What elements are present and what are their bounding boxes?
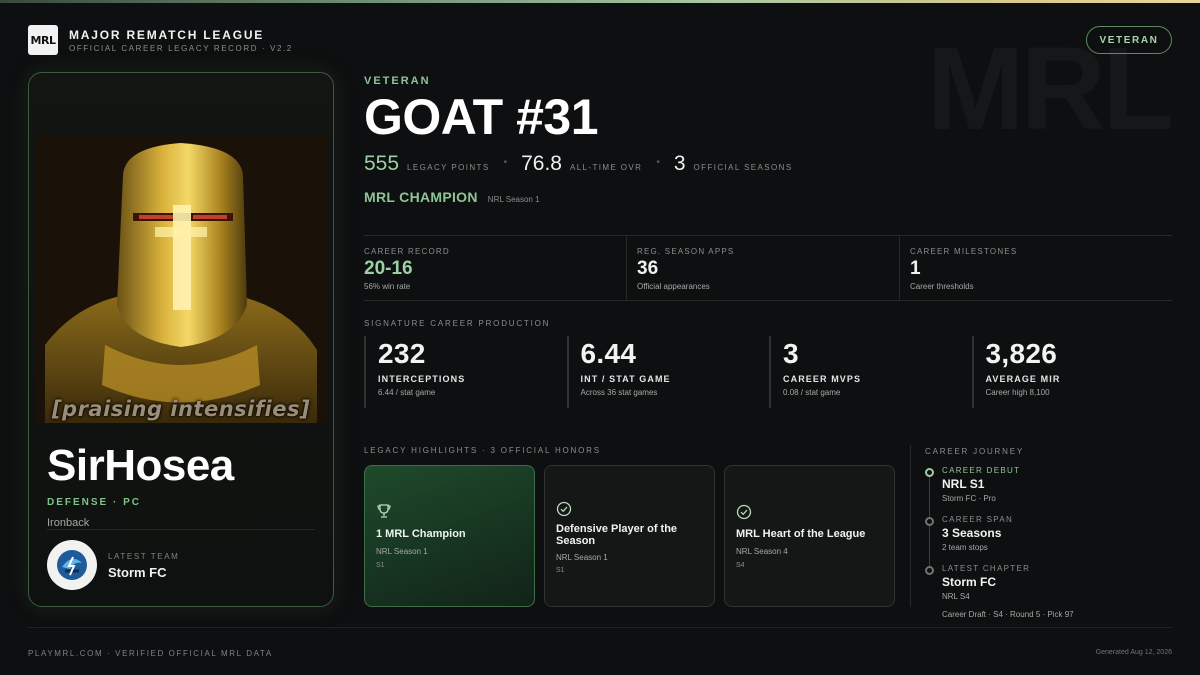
journey-sub: Storm FC · Pro: [942, 494, 996, 503]
team-name: Storm FC: [108, 565, 167, 580]
journey-sub: 2 team stops: [942, 543, 988, 552]
honor-season: NRL Season 1: [376, 547, 428, 556]
seasons-value: 3: [673, 152, 686, 175]
player-position: DEFENSE · PC: [47, 497, 142, 508]
production-stat: 3,826 AVERAGE MIR Career high 8,100: [971, 336, 1175, 408]
knight-helmet-image: [35, 135, 327, 423]
timeline-node-icon: [925, 566, 934, 575]
career-draft-info: Career Draft · S4 · Round 5 · Pick 97: [942, 610, 1074, 619]
tier-badge: VETERAN: [1086, 26, 1172, 54]
tier-eyebrow: VETERAN: [364, 75, 431, 87]
honor-card: MRL Heart of the League NRL Season 4 S4: [724, 465, 895, 607]
timeline-node-icon: [925, 468, 934, 477]
honors-list: 1 MRL Champion NRL Season 1 S1 Defensive…: [364, 465, 896, 607]
journey-sub: NRL S4: [942, 592, 970, 601]
separator-dot: •: [656, 157, 660, 168]
record-label: REG. SEASON APPS: [637, 247, 735, 256]
production-label: CAREER MVPS: [783, 374, 862, 384]
league-subtitle: OFFICIAL CAREER LEGACY RECORD · V2.2: [69, 44, 293, 53]
production-row: 232 INTERCEPTIONS 6.44 / stat game 6.44 …: [364, 336, 1174, 408]
production-sub: 0.08 / stat game: [783, 388, 841, 397]
milestones-cell: CAREER MILESTONES 1 Career thresholds: [899, 236, 1172, 300]
production-sub: 6.44 / stat game: [378, 388, 436, 397]
production-value: 6.44: [580, 338, 637, 369]
timeline-node-icon: [925, 517, 934, 526]
record-sub: 56% win rate: [364, 282, 411, 291]
production-stat: 6.44 INT / STAT GAME Across 36 stat game…: [566, 336, 770, 408]
trophy-icon: [377, 504, 391, 518]
production-label: INTERCEPTIONS: [378, 374, 466, 384]
season-apps-cell: REG. SEASON APPS 36 Official appearances: [626, 236, 899, 300]
ovr-value: 76.8: [521, 152, 562, 175]
journey-caption: CAREER DEBUT: [942, 466, 1021, 475]
league-logo: MRL: [28, 25, 58, 55]
player-name: SirHosea: [47, 441, 234, 490]
honor-season: NRL Season 4: [736, 547, 788, 556]
record-label: CAREER RECORD: [364, 247, 450, 256]
check-circle-icon: [556, 501, 572, 517]
journey-title: Storm FC: [942, 575, 996, 589]
legacy-points-value: 555: [364, 152, 400, 175]
footer-source: PLAYMRL.COM · VERIFIED OFFICIAL MRL DATA: [28, 649, 273, 658]
career-record-cell: CAREER RECORD 20-16 56% win rate: [364, 236, 626, 300]
production-sub: Across 36 stat games: [580, 388, 658, 397]
production-value: 3: [783, 338, 799, 369]
check-circle-icon: [736, 504, 752, 520]
production-stat: 3 CAREER MVPS 0.08 / stat game: [769, 336, 972, 408]
headline-stats: 555 LEGACY POINTS • 76.8 ALL-TIME OVR • …: [364, 152, 793, 180]
journey-title: 3 Seasons: [942, 526, 1002, 540]
honor-card: Defensive Player of the Season NRL Seaso…: [544, 465, 715, 607]
separator-dot: •: [503, 157, 508, 168]
footer-generated-date: Generated Aug 12, 2026: [1095, 649, 1172, 656]
honor-title: MRL Heart of the League: [736, 528, 866, 540]
ovr-label: ALL-TIME OVR: [569, 163, 643, 172]
production-value: 232: [378, 338, 426, 369]
record-value: 20-16: [364, 258, 413, 279]
record-sub: Career thresholds: [910, 282, 974, 291]
player-title: Ironback: [47, 517, 90, 529]
champion-line: MRL CHAMPION NRL Season 1: [364, 189, 540, 205]
player-card: [praising intensifies] SirHosea DEFENSE …: [28, 72, 334, 607]
champion-season: NRL Season 1: [487, 195, 540, 204]
honor-card: 1 MRL Champion NRL Season 1 S1: [364, 465, 535, 607]
honor-title: 1 MRL Champion: [376, 528, 466, 540]
record-label: CAREER MILESTONES: [910, 247, 1018, 256]
production-label: AVERAGE MIR: [985, 374, 1061, 384]
footer-divider: [28, 627, 1172, 628]
honor-season: NRL Season 1: [556, 553, 608, 562]
journey-caption: LATEST CHAPTER: [942, 564, 1031, 573]
honor-tag: S4: [736, 562, 745, 569]
record-value: 1: [910, 258, 921, 279]
portrait-caption: [praising intensifies]: [51, 397, 311, 421]
honor-tag: S1: [376, 562, 385, 569]
journey-title: NRL S1: [942, 477, 985, 491]
team-caption: LATEST TEAM: [108, 552, 180, 561]
goat-rank-title: GOAT #31: [364, 89, 599, 145]
journey-section-label: CAREER JOURNEY: [925, 447, 1024, 456]
legacy-points-label: LEGACY POINTS: [407, 163, 490, 172]
production-section-label: SIGNATURE CAREER PRODUCTION: [364, 319, 551, 328]
seasons-label: OFFICIAL SEASONS: [693, 163, 793, 172]
record-sub: Official appearances: [637, 282, 710, 291]
record-value: 36: [637, 258, 659, 279]
journey-divider: [910, 445, 911, 607]
journey-caption: CAREER SPAN: [942, 515, 1014, 524]
team-logo-icon: [47, 540, 97, 590]
divider: [47, 529, 315, 530]
champion-title: MRL CHAMPION: [364, 189, 478, 205]
record-row: CAREER RECORD 20-16 56% win rate REG. SE…: [364, 235, 1172, 301]
top-accent-bar: [0, 0, 1200, 3]
honor-tag: S1: [556, 567, 565, 574]
production-value: 3,826: [985, 338, 1058, 369]
player-portrait: [praising intensifies]: [35, 135, 327, 423]
production-label: INT / STAT GAME: [580, 374, 671, 384]
production-sub: Career high 8,100: [985, 388, 1050, 397]
production-stat: 232 INTERCEPTIONS 6.44 / stat game: [364, 336, 567, 408]
honor-title: Defensive Player of the Season: [556, 523, 678, 547]
honors-section-label: LEGACY HIGHLIGHTS · 3 OFFICIAL HONORS: [364, 446, 601, 455]
league-name: MAJOR REMATCH LEAGUE: [69, 28, 265, 42]
